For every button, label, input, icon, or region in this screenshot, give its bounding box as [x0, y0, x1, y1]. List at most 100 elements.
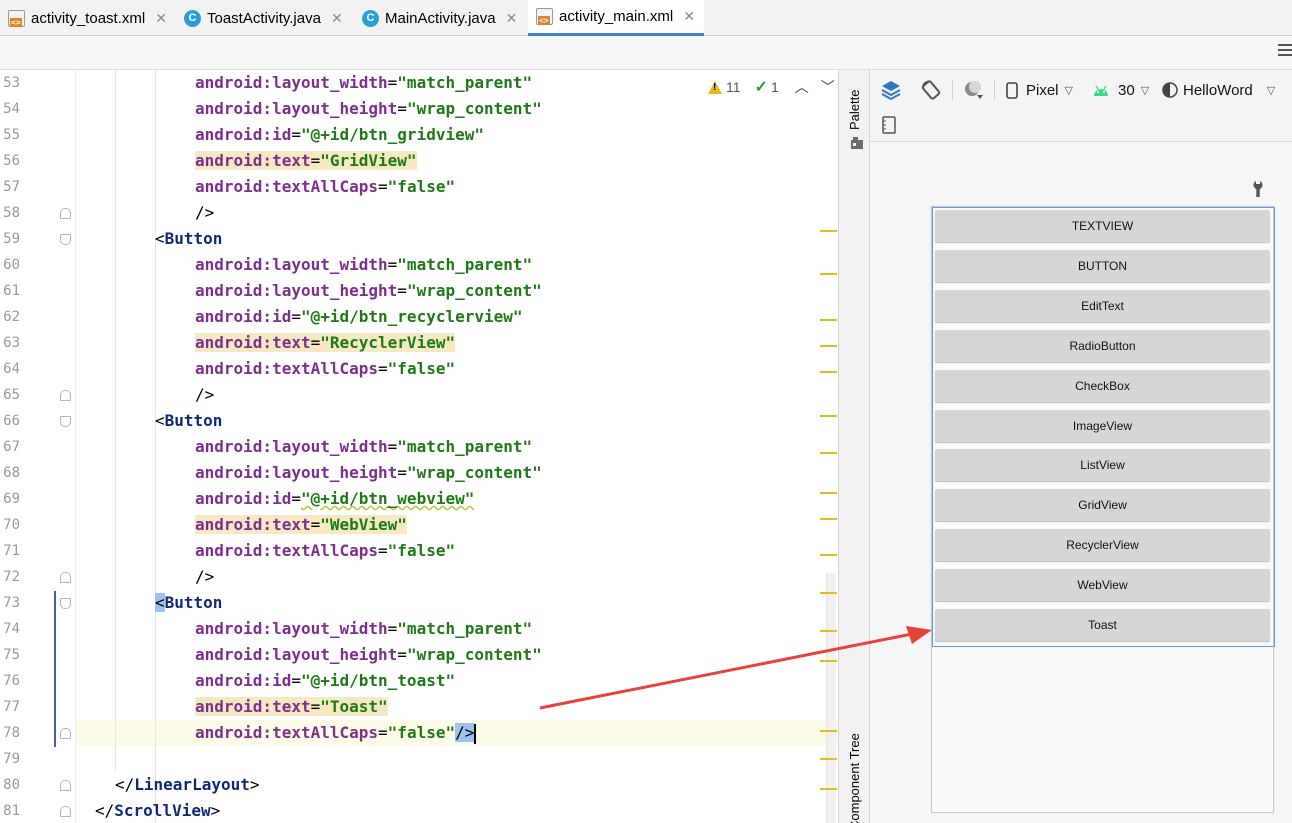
code-line[interactable]: <Button — [155, 590, 222, 616]
preview-button[interactable]: ImageView — [935, 409, 1270, 442]
code-line[interactable]: android:id="@+id/btn_webview" — [195, 486, 474, 512]
fold-marker-icon[interactable] — [60, 806, 71, 817]
warning-stripe-marker[interactable] — [820, 758, 837, 760]
close-icon[interactable]: ✕ — [506, 10, 518, 27]
rotate-device-icon[interactable] — [920, 79, 942, 101]
preview-button[interactable]: GridView — [935, 489, 1270, 522]
blueprint-toggle-icon[interactable] — [882, 116, 896, 134]
fold-marker-icon[interactable] — [60, 572, 71, 583]
warning-stripe-marker[interactable] — [820, 518, 837, 520]
code-line[interactable]: android:layout_width="match_parent" — [195, 434, 532, 460]
line-number-gutter[interactable]: 53 54 55 56 57 58 59 60 61 62 63 64 65 66 67 68 69 70 71 72… — [0, 70, 76, 823]
code-line[interactable]: android:id="@+id/btn_recyclerview" — [195, 304, 523, 330]
warning-stripe-marker[interactable] — [820, 452, 837, 454]
code-line[interactable]: android:layout_height="wrap_content" — [195, 460, 542, 486]
code-line[interactable]: /> — [195, 382, 214, 408]
palette-tab[interactable]: Palette — [847, 90, 862, 130]
code-line[interactable]: android:layout_height="wrap_content" — [195, 278, 542, 304]
tab-main-activity-java[interactable]: C MainActivity.java ✕ — [354, 0, 526, 36]
api-level-selector[interactable]: 30 ▽ — [1092, 80, 1149, 100]
code-line[interactable]: android:textAllCaps="false" — [195, 538, 455, 564]
code-line[interactable]: android:layout_width="match_parent" — [195, 616, 532, 642]
code-editor[interactable]: 53 54 55 56 57 58 59 60 61 62 63 64 65 66 67 68 69 70 71 72… — [0, 70, 838, 823]
night-mode-icon[interactable] — [962, 79, 984, 101]
close-icon[interactable]: ✕ — [155, 10, 167, 27]
fold-marker-icon[interactable] — [60, 234, 71, 245]
warning-stripe-marker[interactable] — [820, 630, 837, 632]
code-line[interactable]: /> — [195, 564, 214, 590]
tab-activity-toast-xml[interactable]: activity_toast.xml ✕ — [0, 0, 174, 36]
chevron-down-icon[interactable]: ﹀ — [821, 77, 835, 97]
warning-stripe-marker[interactable] — [820, 230, 837, 232]
warning-stripe-marker[interactable] — [820, 730, 837, 732]
code-line[interactable]: android:text="Toast" — [195, 694, 388, 720]
warning-stripe-marker[interactable] — [820, 492, 837, 494]
fold-marker-icon[interactable] — [60, 208, 71, 219]
theme-selector[interactable]: HelloWord ▽ — [1162, 80, 1275, 100]
code-line[interactable]: android:layout_width="match_parent" — [195, 252, 532, 278]
warning-stripe-marker[interactable] — [820, 345, 837, 347]
component-tree-tab[interactable]: Component Tree — [847, 733, 862, 823]
chevron-down-icon: ▽ — [1266, 84, 1276, 97]
code-line[interactable]: android:id="@+id/btn_toast" — [195, 668, 455, 694]
close-icon[interactable]: ✕ — [683, 8, 695, 25]
code-token-attr: android:textAllCaps — [195, 541, 379, 560]
warning-stripe-marker[interactable] — [820, 273, 837, 275]
close-icon[interactable]: ✕ — [331, 10, 343, 27]
preview-button[interactable]: Toast — [935, 609, 1270, 641]
preview-button[interactable]: RadioButton — [935, 329, 1270, 362]
vertical-scrollbar[interactable] — [826, 573, 836, 823]
wrench-icon[interactable] — [1251, 180, 1265, 198]
code-line[interactable]: android:textAllCaps="false"/> — [195, 720, 477, 746]
code-line[interactable]: android:id="@+id/btn_gridview" — [195, 122, 484, 148]
warning-stripe-marker[interactable] — [820, 788, 837, 790]
warning-stripe-marker[interactable] — [820, 415, 837, 417]
code-line[interactable]: android:layout_height="wrap_content" — [195, 96, 542, 122]
preview-button[interactable]: EditText — [935, 289, 1270, 322]
code-line[interactable]: android:text="GridView" — [195, 148, 417, 174]
code-line[interactable]: android:text="RecyclerView" — [195, 330, 456, 356]
preview-button[interactable]: RecyclerView — [935, 529, 1270, 562]
warning-stripe-marker[interactable] — [820, 592, 837, 594]
warning-stripe-marker[interactable] — [820, 319, 837, 321]
code-line[interactable]: android:textAllCaps="false" — [195, 356, 455, 382]
code-line[interactable]: android:text="WebView" — [195, 512, 407, 538]
code-line[interactable]: </ScrollView> — [95, 798, 220, 823]
code-line[interactable]: /> — [195, 200, 214, 226]
palette-icon[interactable] — [850, 136, 864, 150]
fold-marker-icon[interactable] — [60, 728, 71, 739]
code-token-punc: = — [387, 255, 398, 274]
preview-button[interactable]: CheckBox — [935, 369, 1270, 402]
preview-button[interactable]: BUTTON — [935, 249, 1270, 282]
warning-stripe-marker[interactable] — [820, 660, 837, 662]
indent-guide — [115, 70, 116, 772]
vcs-change-marker[interactable] — [54, 591, 56, 747]
warning-stripe-marker[interactable] — [820, 554, 837, 556]
warning-stripe-marker[interactable] — [820, 371, 837, 373]
code-line[interactable]: </LinearLayout> — [115, 772, 260, 798]
inspection-widget[interactable]: 11 ✓ 1 ︿ ﹀ — [708, 76, 835, 98]
layers-icon[interactable] — [880, 79, 902, 101]
line-number: 62 — [3, 309, 20, 325]
tab-activity-main-xml[interactable]: activity_main.xml ✕ — [528, 0, 704, 36]
fold-marker-icon[interactable] — [60, 390, 71, 401]
code-line[interactable]: android:layout_height="wrap_content" — [195, 642, 542, 668]
code-token-punc: /> — [195, 385, 215, 404]
code-line[interactable]: android:layout_width="match_parent" — [195, 70, 532, 96]
menu-icon[interactable] — [1278, 44, 1292, 58]
device-selector[interactable]: Pixel ▽ — [1006, 80, 1073, 100]
preview-button[interactable]: TEXTVIEW — [935, 210, 1270, 242]
fold-marker-icon[interactable] — [60, 598, 71, 609]
code-line[interactable]: <Button — [155, 226, 222, 252]
preview-button[interactable]: WebView — [935, 569, 1270, 602]
weak-warning-count: 1 — [770, 79, 779, 95]
code-line[interactable]: android:textAllCaps="false" — [195, 174, 455, 200]
chevron-up-icon[interactable]: ︿ — [795, 77, 809, 97]
fold-marker-icon[interactable] — [60, 416, 71, 427]
line-number: 65 — [3, 387, 20, 403]
tab-toast-activity-java[interactable]: C ToastActivity.java ✕ — [176, 0, 352, 36]
fold-marker-icon[interactable] — [60, 780, 71, 791]
preview-button[interactable]: ListView — [935, 449, 1270, 482]
device-preview[interactable]: TEXTVIEW BUTTON EditText RadioButton CheckBo… — [931, 206, 1275, 813]
code-line[interactable]: <Button — [155, 408, 222, 434]
